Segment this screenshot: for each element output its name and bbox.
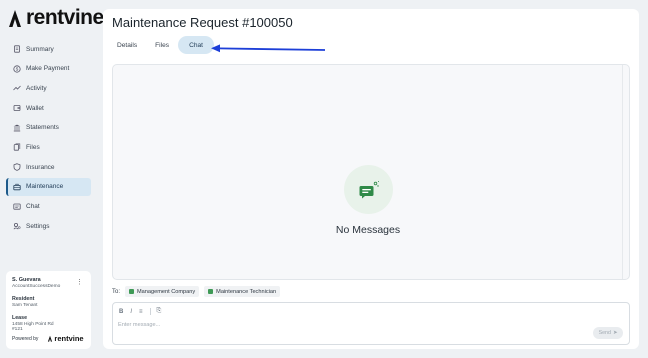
toolbar-divider (149, 308, 151, 315)
sidebar-item-files[interactable]: Files (6, 138, 91, 156)
sidebar-item-make-payment[interactable]: $ Make Payment (6, 60, 91, 78)
brand-name: rentvine (26, 6, 104, 29)
lease-label: Lease (12, 315, 28, 321)
settings-icon (12, 222, 21, 231)
recipients-row: To: Management Company Maintenance Techn… (112, 286, 281, 297)
message-icon (359, 180, 379, 198)
sidebar: rentvine Summary $ Make Payment Activity… (0, 0, 104, 358)
sidebar-item-label: Make Payment (26, 65, 70, 73)
sidebar-item-activity[interactable]: Activity (6, 79, 91, 97)
send-label: Send (598, 330, 611, 336)
attach-icon[interactable]: ⎘ (157, 308, 162, 315)
tab-files[interactable]: Files (146, 36, 178, 54)
activity-icon (12, 84, 21, 93)
powered-by-label: Powered by (12, 335, 39, 342)
page-title: Maintenance Request #100050 (112, 15, 293, 30)
resident-label: Resident (12, 296, 35, 302)
sidebar-item-maintenance[interactable]: Maintenance (6, 177, 91, 196)
sidebar-item-label: Insurance (26, 163, 55, 171)
scrollbar[interactable] (622, 65, 629, 279)
powered-brand-logo: rentvine (47, 334, 84, 343)
sidebar-item-insurance[interactable]: Insurance (6, 158, 91, 176)
italic-icon[interactable]: I (130, 309, 132, 315)
annotation-arrow-icon (211, 44, 326, 53)
sidebar-item-label: Statements (26, 124, 59, 132)
rentvine-logo-icon (48, 335, 53, 342)
sidebar-item-label: Chat (26, 203, 40, 210)
sidebar-item-label: Activity (26, 84, 47, 92)
wallet-icon (12, 104, 21, 113)
to-label: To: (112, 288, 121, 295)
shield-icon (12, 163, 21, 172)
tab-bar: Details Files Chat (108, 36, 215, 54)
main-panel: Maintenance Request #100050 Details File… (103, 9, 639, 349)
dollar-icon: $ (12, 64, 21, 73)
list-icon[interactable]: ≡ (139, 309, 143, 315)
resident-value: Sam Tenant (12, 303, 38, 308)
sidebar-item-chat[interactable]: Chat (6, 198, 91, 216)
recipient-label: Maintenance Technician (216, 288, 277, 295)
tab-chat[interactable]: Chat (178, 36, 215, 54)
recipient-label: Management Company (137, 288, 196, 295)
message-input[interactable] (118, 320, 418, 330)
chat-icon (12, 202, 21, 211)
tab-details[interactable]: Details (108, 36, 146, 54)
toolbox-icon (12, 182, 21, 191)
chat-messages-area[interactable]: No Messages (112, 64, 630, 280)
document-icon (12, 45, 21, 54)
sidebar-item-label: Settings (26, 222, 50, 230)
send-button[interactable]: Send ➤ (593, 327, 623, 339)
bank-icon (12, 123, 21, 132)
sidebar-item-label: Wallet (26, 104, 44, 112)
powered-brand-name: rentvine (54, 334, 84, 343)
recipient-chip[interactable]: Management Company (125, 286, 200, 297)
lease-address-line2: #121 (12, 327, 23, 332)
user-account: AccountSuccessDemo (12, 284, 61, 289)
more-options-icon[interactable]: ⋮ (76, 278, 83, 286)
rentvine-logo-icon (9, 10, 21, 27)
recipient-chip[interactable]: Maintenance Technician (204, 286, 281, 297)
sidebar-item-label: Summary (26, 45, 54, 53)
empty-chat-message: No Messages (335, 224, 401, 236)
sidebar-item-label: Files (26, 143, 40, 151)
formatting-toolbar: B I ≡ ⎘ (119, 308, 168, 315)
bold-icon[interactable]: B (119, 309, 123, 315)
user-card: ⋮ S. Guevara AccountSuccessDemo Resident… (6, 271, 91, 349)
checkbox-checked-icon (129, 289, 135, 294)
sidebar-item-statements[interactable]: Statements (6, 119, 91, 137)
send-arrow-icon: ➤ (612, 330, 618, 336)
sidebar-nav: Summary $ Make Payment Activity Wallet S… (6, 40, 91, 237)
checkbox-checked-icon (208, 289, 214, 294)
powered-by: Powered by rentvine (12, 334, 84, 343)
files-icon (12, 143, 21, 152)
sidebar-item-label: Maintenance (26, 183, 64, 191)
user-name: S. Guevara (12, 277, 41, 283)
sidebar-item-settings[interactable]: Settings (6, 217, 91, 235)
sidebar-item-wallet[interactable]: Wallet (6, 99, 91, 117)
svg-text:$: $ (15, 66, 18, 71)
empty-chat-icon (344, 165, 393, 214)
message-composer: B I ≡ ⎘ Send ➤ (112, 302, 630, 345)
sidebar-item-summary[interactable]: Summary (6, 40, 91, 58)
brand-logo[interactable]: rentvine (7, 6, 104, 29)
